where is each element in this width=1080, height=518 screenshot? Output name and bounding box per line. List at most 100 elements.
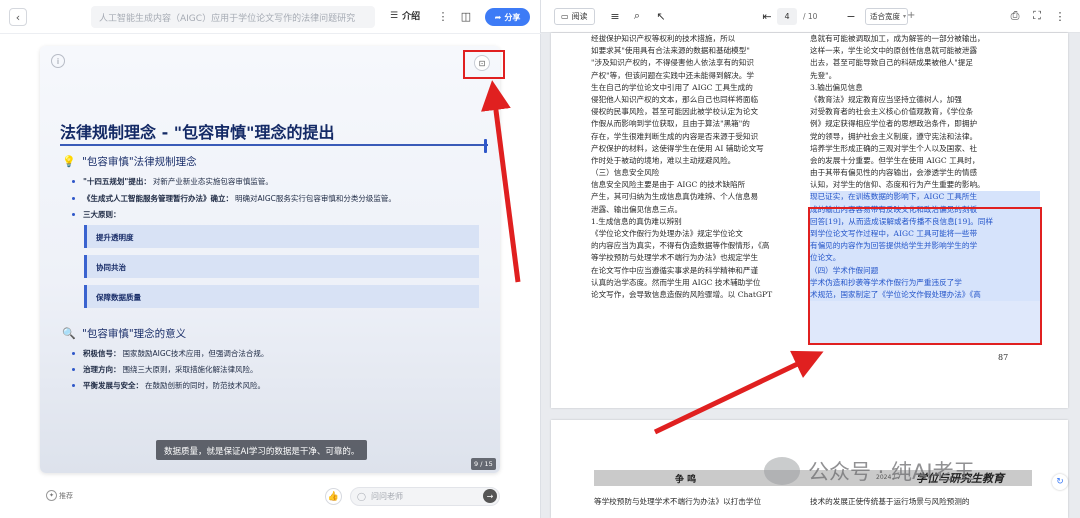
pdf-text-line: 经拔保护知识产权等权利的技术措施，所以	[591, 34, 736, 43]
menu-icon[interactable]: ≡	[608, 9, 622, 23]
print-icon[interactable]: ⎙	[1008, 9, 1022, 23]
book-icon: ▭	[561, 12, 569, 21]
read-mode-button[interactable]: ▭ 阅读	[554, 8, 595, 25]
send-button[interactable]: →	[483, 489, 497, 503]
search-icon[interactable]: ⌕	[630, 9, 644, 23]
assistant-fab[interactable]: ↻	[1052, 474, 1068, 490]
bullet-key: 积极信号：	[83, 349, 121, 358]
pdf-text-line: 等学校预防与处理学术不端行为办法》也规定学生	[591, 253, 759, 263]
zoom-out-icon[interactable]: −	[844, 9, 858, 23]
pdf-text-line: 这样一来，学生论文中的原创性信息就可能被泄露	[810, 46, 978, 56]
read-label: 阅读	[571, 12, 588, 21]
page-number-input[interactable]: 4	[777, 8, 797, 25]
like-button[interactable]: 👍	[325, 488, 342, 505]
left-toolbar: ‹ 人工智能生成内容（AIGC）应用于学位论文写作的法律问题研究 ☰ 介绍 ⋮ …	[0, 0, 541, 34]
pdf-text-line: 出去，甚至可能导致自己的科研成果被他人"提足	[810, 58, 973, 68]
bullet-text: 在鼓励创新的同时，防范技术风险。	[145, 381, 265, 390]
bullet-key: 三大原则：	[83, 210, 121, 219]
intro-label: 介绍	[402, 12, 421, 22]
chevron-left-icon: ‹	[15, 10, 21, 24]
bullet-key: "十四五规划"提出：	[83, 177, 151, 186]
slide-canvas: i ⊡ 法律规制理念 - "包容审慎"理念的提出 💡 "包容审慎"法律规制理念 …	[40, 46, 500, 473]
bullet-item: 积极信号： 国家鼓励AIGC技术应用，但强调合法合规。	[72, 348, 268, 359]
bullet-key: 平衡发展与安全：	[83, 381, 143, 390]
pdf-toolbar: ▭ 阅读 ≡ ⌕ ↖ ⇤ 4 / 10 − 适合宽度 ▾ + ⎙ ⛶ ⋮	[541, 0, 1080, 33]
pdf-text-line: 认真的治学态度。然而学生用 AIGC 技术辅助学位	[591, 277, 761, 287]
pdf-text-line: "涉及知识产权的，不得侵害他人依法享有的知识	[591, 58, 754, 68]
chat-bubble-icon: ◯	[357, 492, 366, 501]
annotation-box-expand	[463, 50, 505, 79]
pdf-text-line: 等学校预防与处理学术不端行为办法》以打击学位	[594, 497, 762, 506]
title-accent-bar	[484, 139, 487, 153]
bullet-item: 《生成式人工智能服务管理暂行办法》确立： 明确对AIGC服务实行包容审慎和分类分级…	[72, 193, 396, 204]
info-icon[interactable]: i	[51, 54, 65, 68]
document-title-field[interactable]: 人工智能生成内容（AIGC）应用于学位论文写作的法律问题研究	[91, 6, 375, 28]
pdf-text-line: 产权保护的材料，这使得学生在使用 AI 辅助论文写	[591, 143, 764, 153]
zoom-value: 适合宽度	[870, 12, 900, 21]
bullet-text: 国家鼓励AIGC技术应用，但强调合法合规。	[122, 349, 269, 358]
bullet-item: 三大原则：	[72, 209, 123, 220]
ask-teacher-input[interactable]: ◯ 问问老师	[350, 487, 500, 506]
pdf-text-line: 技术的发展正使传统基于运行场景与风险预测的	[810, 497, 970, 506]
wechat-icon	[764, 457, 800, 485]
pdf-text-line: 产生，其可归纳为生成信息真伪难辨、个人信息易	[591, 192, 759, 202]
principle-box: 提升透明度	[84, 225, 479, 248]
pdf-text-line: 例》规定获得相应学位者的思想政治条件，即拥护	[810, 119, 978, 129]
pdf-text-line: 如要求其"使用具有合法来源的数据和基础模型"	[591, 46, 750, 56]
pdf-text-line: 1.生成信息的真伪难以辨别	[591, 216, 682, 226]
more-vertical-icon[interactable]: ⋮	[1053, 9, 1067, 23]
first-page-icon[interactable]: ⇤	[760, 9, 774, 23]
pdf-text-line: 存在，学生很难判断生成的内容是否来源于受知识	[591, 131, 759, 141]
principle-box: 保障数据质量	[84, 285, 479, 308]
share-button[interactable]: ➦ 分享	[485, 8, 530, 26]
section-1-label: "包容审慎"法律规制理念	[82, 156, 197, 168]
pdf-column-left: 经拔保护知识产权等权利的技术措施，所以如要求其"使用具有合法来源的数据和基础模型…	[591, 33, 803, 301]
pdf-text-line: 认知，对学生的信仰、态度和行为产生重要的影响。	[810, 180, 985, 190]
split-view-icon[interactable]: ◫	[459, 9, 473, 23]
pdf-text-line: 会的发展十分重要。但学生在使用 AIGC 工具时，	[810, 155, 980, 165]
recommend-button[interactable]: ✦ 推荐	[46, 490, 73, 501]
pdf-text-line: 产权"等，但该问题在实践中还未能得到解决。学	[591, 70, 754, 80]
pdf-text-line: 论文写作，会导致信息造假的风险骤增。以 ChatGPT	[591, 289, 773, 299]
app-root: ‹ 人工智能生成内容（AIGC）应用于学位论文写作的法律问题研究 ☰ 介绍 ⋮ …	[0, 0, 1080, 518]
pdf-text-line: 《学位论文作假行为处理办法》规定学位论文	[591, 229, 743, 238]
pdf-text-line: 《教育法》规定教育应当坚持立德树人，加强	[810, 94, 962, 104]
intro-button[interactable]: ☰ 介绍	[390, 9, 421, 23]
slide-title: 法律规制理念 - "包容审慎"理念的提出	[60, 123, 335, 142]
watermark: 公众号 · 纯AI老王	[764, 456, 975, 486]
pdf-text-line: 泄露、输出偏见信息三点。	[591, 204, 683, 214]
pdf-text-line: 侵权的民事风险，甚至可能因此被学校认定为论文	[591, 107, 759, 117]
bullet-key: 治理方向：	[83, 365, 121, 374]
bullet-text: 明确对AIGC服务实行包容审慎和分类分级监管。	[235, 194, 396, 203]
share-label: 分享	[504, 12, 521, 22]
pdf-text-line: 作假从而影响到学位获取，且由于算法"黑箱"的	[591, 119, 750, 129]
arrow-right-icon: →	[486, 491, 494, 501]
slide-page-indicator: 9 / 15	[471, 458, 496, 470]
pdf-text-line: 党的领导，拥护社会主义制度，遵守宪法和法律。	[810, 131, 978, 141]
bullet-item: "十四五规划"提出： 对新产业新业态实施包容审慎监管。	[72, 176, 273, 187]
lightbulb-icon: 💡	[62, 155, 76, 168]
pdf-text-line: 侵犯他人知识产权的文本，那么自己也同样将面临	[591, 94, 759, 104]
zoom-in-icon[interactable]: +	[907, 10, 915, 21]
watermark-text: 公众号 · 纯AI老王	[808, 460, 975, 484]
section-2-label: "包容审慎"理念的意义	[82, 328, 187, 340]
sparkle-icon: ✦	[46, 490, 57, 501]
cursor-icon[interactable]: ↖	[654, 9, 668, 23]
pdf-text-line: 生在自己的学位论文中引用了 AIGC 工具生成的	[591, 82, 753, 92]
back-button[interactable]: ‹	[9, 8, 27, 26]
magnifier-icon: 🔍	[62, 327, 76, 340]
share-icon: ➦	[494, 12, 502, 22]
left-bottom-bar: ✦ 推荐 👍 ◯ 问问老师 →	[0, 482, 541, 518]
bullet-text: 对新产业新业态实施包容审慎监管。	[152, 177, 273, 186]
pdf-text-line: 信息安全风险主要是由于 AIGC 的技术缺陷所	[591, 180, 746, 190]
journal-section-label: 争 鸣	[675, 475, 697, 485]
pdf-text-line: 的内容应当为真实，不得有伪造数据等作假情形，《高	[591, 241, 770, 251]
page-total: / 10	[803, 12, 818, 21]
fullscreen-icon[interactable]: ⛶	[1030, 9, 1044, 23]
pdf-text-line: （三）信息安全风险	[591, 168, 660, 178]
pdf-text-line: 先登"。	[810, 70, 837, 80]
more-icon[interactable]: ⋮	[436, 9, 450, 23]
thumbs-up-icon: 👍	[327, 491, 340, 502]
pdf-text-line: 现已证实，在训练数据的影响下，AIGC 工具所生	[810, 191, 1040, 204]
zoom-select[interactable]: 适合宽度 ▾	[865, 8, 908, 25]
